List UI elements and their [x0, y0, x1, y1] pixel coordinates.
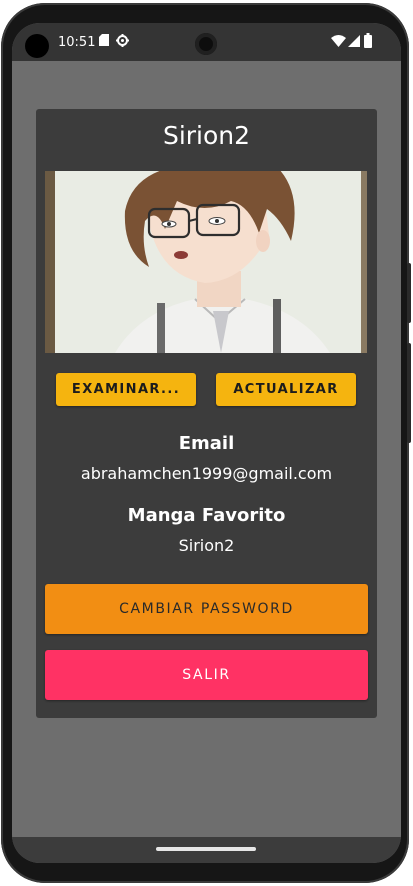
sd-card-icon	[99, 34, 109, 46]
phone-frame: 10:51 Sirion2 EXAMINAR... ACTUALIZAR Ema…	[1, 3, 411, 883]
manga-value: Sirion2	[178, 536, 235, 555]
logout-button[interactable]: SALIR	[45, 650, 368, 700]
settings-icon	[116, 34, 129, 47]
profile-card: Sirion2 EXAMINAR... ACTUALIZAR Email abr…	[36, 109, 377, 718]
navigation-bar	[12, 837, 401, 863]
status-time: 10:51	[58, 35, 96, 50]
browse-button[interactable]: EXAMINAR...	[56, 373, 196, 406]
change-password-button[interactable]: CAMBIAR PASSWORD	[45, 584, 368, 634]
email-label: Email	[178, 433, 235, 454]
wifi-icon	[331, 35, 346, 47]
screen: 10:51 Sirion2 EXAMINAR... ACTUALIZAR Ema…	[12, 23, 401, 863]
anime-avatar-image	[45, 171, 367, 353]
signal-icon	[348, 35, 360, 47]
update-button[interactable]: ACTUALIZAR	[216, 373, 356, 406]
battery-icon	[364, 33, 372, 48]
profile-title: Sirion2	[162, 121, 251, 150]
home-gesture-bar[interactable]	[156, 847, 256, 851]
volume-button	[407, 343, 411, 443]
status-bar: 10:51	[12, 23, 401, 61]
email-value: abrahamchen1999@gmail.com	[80, 464, 333, 483]
power-button	[407, 263, 411, 323]
front-camera-dot	[25, 34, 49, 58]
front-camera	[195, 33, 217, 55]
manga-label: Manga Favorito	[127, 505, 286, 526]
